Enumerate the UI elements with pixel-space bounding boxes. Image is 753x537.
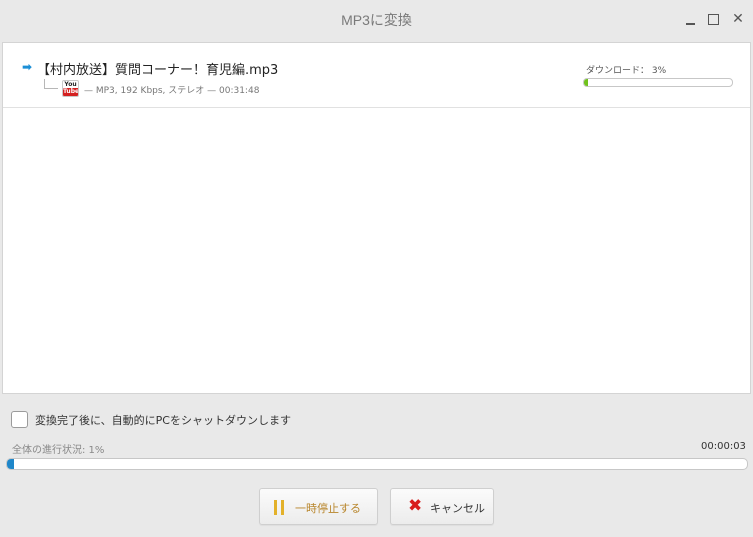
overall-progress-fill bbox=[7, 459, 15, 469]
download-status: ダウンロード： 3% bbox=[586, 66, 667, 76]
download-progress-fill bbox=[584, 79, 589, 86]
conversion-list: ➡ 【村内放送】質問コーナー！育児編.mp3 You Tube — MP3, 1… bbox=[2, 42, 751, 394]
title-bar: MP3に変換 ✕ bbox=[0, 0, 753, 40]
cancel-button[interactable]: ✖ キャンセル bbox=[390, 488, 494, 525]
file-name: 【村内放送】質問コーナー！育児編.mp3 bbox=[37, 63, 279, 78]
youtube-icon: You Tube bbox=[62, 80, 79, 97]
list-item[interactable]: ➡ 【村内放送】質問コーナー！育児編.mp3 You Tube — MP3, 1… bbox=[3, 43, 750, 108]
pause-icon bbox=[274, 500, 285, 515]
x-icon: ✖ bbox=[408, 496, 423, 516]
file-meta: — MP3, 192 Kbps, ステレオ — 00:31:48 bbox=[84, 86, 260, 96]
close-icon[interactable]: ✕ bbox=[730, 10, 746, 28]
window-title: MP3に変換 bbox=[341, 12, 412, 28]
pause-button[interactable]: 一時停止する bbox=[259, 488, 378, 525]
elapsed-time: 00:00:03 bbox=[701, 441, 746, 452]
shutdown-checkbox[interactable] bbox=[11, 411, 28, 428]
cancel-button-label: キャンセル bbox=[430, 502, 485, 515]
download-progress-bar bbox=[583, 78, 733, 87]
pause-button-label: 一時停止する bbox=[295, 502, 361, 515]
overall-progress-label: 全体の進行状況: 1% bbox=[12, 445, 105, 456]
minimize-icon[interactable] bbox=[683, 10, 699, 28]
maximize-icon[interactable] bbox=[706, 10, 722, 28]
tree-connector bbox=[44, 79, 58, 89]
shutdown-label: 変換完了後に、自動的にPCをシャットダウンします bbox=[35, 414, 291, 427]
overall-progress-bar bbox=[6, 458, 748, 470]
arrow-right-icon: ➡ bbox=[22, 60, 33, 74]
